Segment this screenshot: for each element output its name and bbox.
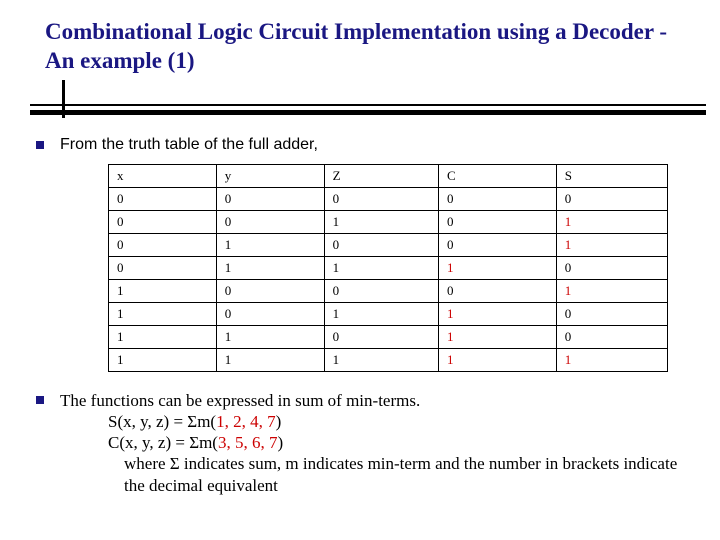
table-cell: 0	[439, 233, 557, 256]
col-x: x	[109, 164, 217, 187]
intro-row: From the truth table of the full adder,	[36, 136, 692, 154]
table-cell: 1	[216, 256, 324, 279]
table-cell: 1	[109, 325, 217, 348]
table-row: 10001	[109, 279, 668, 302]
table-cell: 0	[556, 302, 667, 325]
square-bullet-icon	[36, 396, 44, 404]
table-cell: 0	[439, 279, 557, 302]
table-cell: 0	[109, 210, 217, 233]
slide-title: Combinational Logic Circuit Implementati…	[0, 18, 720, 76]
c-label: C(x, y, z) = Σm(	[108, 433, 218, 452]
close-paren: )	[276, 412, 282, 431]
table-cell: 0	[109, 256, 217, 279]
table-cell: 0	[216, 187, 324, 210]
table-cell: 0	[109, 233, 217, 256]
table-cell: 0	[216, 210, 324, 233]
table-cell: 1	[324, 348, 438, 371]
conclusion-body: The functions can be expressed in sum of…	[60, 390, 692, 496]
col-s: S	[556, 164, 667, 187]
s-terms: 1, 2, 4, 7	[216, 412, 276, 431]
table-row: 00101	[109, 210, 668, 233]
table-cell: 1	[216, 233, 324, 256]
table-cell: 1	[556, 233, 667, 256]
col-y: y	[216, 164, 324, 187]
title-rule	[0, 104, 720, 116]
col-c: C	[439, 164, 557, 187]
table-row: 01001	[109, 233, 668, 256]
table-cell: 0	[324, 279, 438, 302]
intro-text: From the truth table of the full adder,	[60, 136, 318, 154]
table-cell: 1	[439, 348, 557, 371]
table-cell: 1	[216, 348, 324, 371]
sum-s-line: S(x, y, z) = Σm(1, 2, 4, 7)	[60, 411, 692, 432]
table-cell: 1	[324, 302, 438, 325]
table-cell: 0	[556, 325, 667, 348]
table-cell: 0	[439, 210, 557, 233]
slide: Combinational Logic Circuit Implementati…	[0, 0, 720, 540]
conclusion-line-1: The functions can be expressed in sum of…	[60, 390, 692, 411]
rule-thick	[30, 110, 706, 115]
table-cell: 0	[216, 302, 324, 325]
table-cell: 1	[109, 302, 217, 325]
where-line: where Σ indicates sum, m indicates min-t…	[60, 453, 692, 496]
content: From the truth table of the full adder, …	[0, 136, 720, 496]
table-row: 11010	[109, 325, 668, 348]
table-row: 11111	[109, 348, 668, 371]
table-cell: 1	[439, 256, 557, 279]
col-z: Z	[324, 164, 438, 187]
table-cell: 1	[324, 210, 438, 233]
table-row: 01110	[109, 256, 668, 279]
table-cell: 0	[324, 187, 438, 210]
table-cell: 1	[109, 279, 217, 302]
table-cell: 1	[556, 210, 667, 233]
table-cell: 1	[556, 348, 667, 371]
table-cell: 0	[556, 187, 667, 210]
table-cell: 0	[324, 233, 438, 256]
table-cell: 1	[324, 256, 438, 279]
table-cell: 1	[439, 325, 557, 348]
table-row: 10110	[109, 302, 668, 325]
square-bullet-icon	[36, 141, 44, 149]
table-cell: 0	[556, 256, 667, 279]
table-row: 00000	[109, 187, 668, 210]
table-cell: 1	[556, 279, 667, 302]
table-header-row: x y Z C S	[109, 164, 668, 187]
table-cell: 1	[439, 302, 557, 325]
table-cell: 0	[216, 279, 324, 302]
conclusion-row: The functions can be expressed in sum of…	[36, 390, 692, 496]
close-paren: )	[277, 433, 283, 452]
table-cell: 1	[109, 348, 217, 371]
table-cell: 1	[216, 325, 324, 348]
sum-c-line: C(x, y, z) = Σm(3, 5, 6, 7)	[60, 432, 692, 453]
table-cell: 0	[439, 187, 557, 210]
rule-tick	[62, 80, 65, 118]
s-label: S(x, y, z) = Σm(	[108, 412, 216, 431]
truth-table-wrap: x y Z C S 000000010101001011101000110110…	[36, 164, 692, 372]
table-cell: 0	[109, 187, 217, 210]
table-cell: 0	[324, 325, 438, 348]
truth-table: x y Z C S 000000010101001011101000110110…	[108, 164, 668, 372]
rule-thin	[30, 104, 706, 106]
c-terms: 3, 5, 6, 7	[218, 433, 278, 452]
